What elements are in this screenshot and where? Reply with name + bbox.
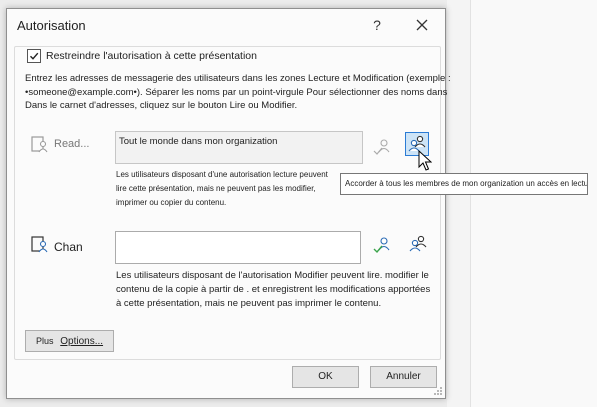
ok-button[interactable]: OK bbox=[292, 366, 359, 388]
read-permission-icon bbox=[30, 135, 50, 155]
change-desc-line-2: contenu de la copie à partir de . et enr… bbox=[116, 284, 431, 295]
change-desc-line-3: à cette présentation, mais ne peuvent pa… bbox=[116, 298, 382, 309]
mouse-cursor-icon bbox=[418, 150, 432, 171]
change-description: Les utilisateurs disposant de l'autorisa… bbox=[116, 269, 430, 311]
read-button[interactable]: Read... bbox=[54, 138, 89, 150]
instructions-line-2: •someone@example.com•). Séparer les noms… bbox=[25, 86, 448, 98]
restrict-label: Restreindre l'autorisation à cette prése… bbox=[46, 50, 257, 62]
address-book-check-icon bbox=[373, 139, 390, 155]
more-options-button[interactable]: Plus Options... bbox=[25, 330, 114, 352]
read-desc-line-1: Les utilisateurs disposant d'une autoris… bbox=[116, 170, 328, 179]
everyone-tooltip: Accorder à tous les membres de mon organ… bbox=[340, 173, 588, 195]
read-users-field[interactable]: Tout le monde dans mon organization bbox=[115, 131, 363, 164]
more-options-label: Options... bbox=[60, 336, 104, 347]
change-desc-line-1: Les utilisateurs disposant de l'autorisa… bbox=[116, 270, 429, 281]
restrict-checkbox[interactable] bbox=[27, 49, 41, 63]
read-description: Les utilisateurs disposant d'une autoris… bbox=[116, 168, 328, 210]
change-users-field[interactable] bbox=[115, 231, 361, 264]
instructions-line-3: Dans le carnet d'adresses, cliquez sur l… bbox=[25, 100, 298, 111]
background-document bbox=[470, 0, 597, 407]
read-address-book-button[interactable] bbox=[370, 135, 394, 159]
read-desc-line-3: imprimer ou copier du contenu. bbox=[116, 198, 227, 207]
more-options-prefix: Plus bbox=[35, 336, 54, 346]
dialog-body: Restreindre l'autorisation à cette prése… bbox=[6, 8, 451, 397]
change-permission-icon bbox=[30, 235, 50, 255]
change-everyone-button[interactable] bbox=[406, 232, 430, 256]
instructions-line-1: Entrez les adresses de messagerie des ut… bbox=[25, 73, 451, 84]
change-address-book-button[interactable] bbox=[370, 233, 394, 257]
instructions-text: Entrez les adresses de messagerie des ut… bbox=[25, 72, 505, 113]
change-button[interactable]: Chan bbox=[54, 240, 83, 254]
cancel-button[interactable]: Annuler bbox=[370, 366, 437, 388]
address-book-check-icon bbox=[373, 237, 390, 254]
read-desc-line-2: lire cette présentation, mais ne peuvent… bbox=[116, 184, 316, 193]
checkmark-icon bbox=[30, 52, 39, 60]
everyone-icon bbox=[409, 235, 427, 252]
resize-grip-icon[interactable] bbox=[433, 386, 443, 396]
